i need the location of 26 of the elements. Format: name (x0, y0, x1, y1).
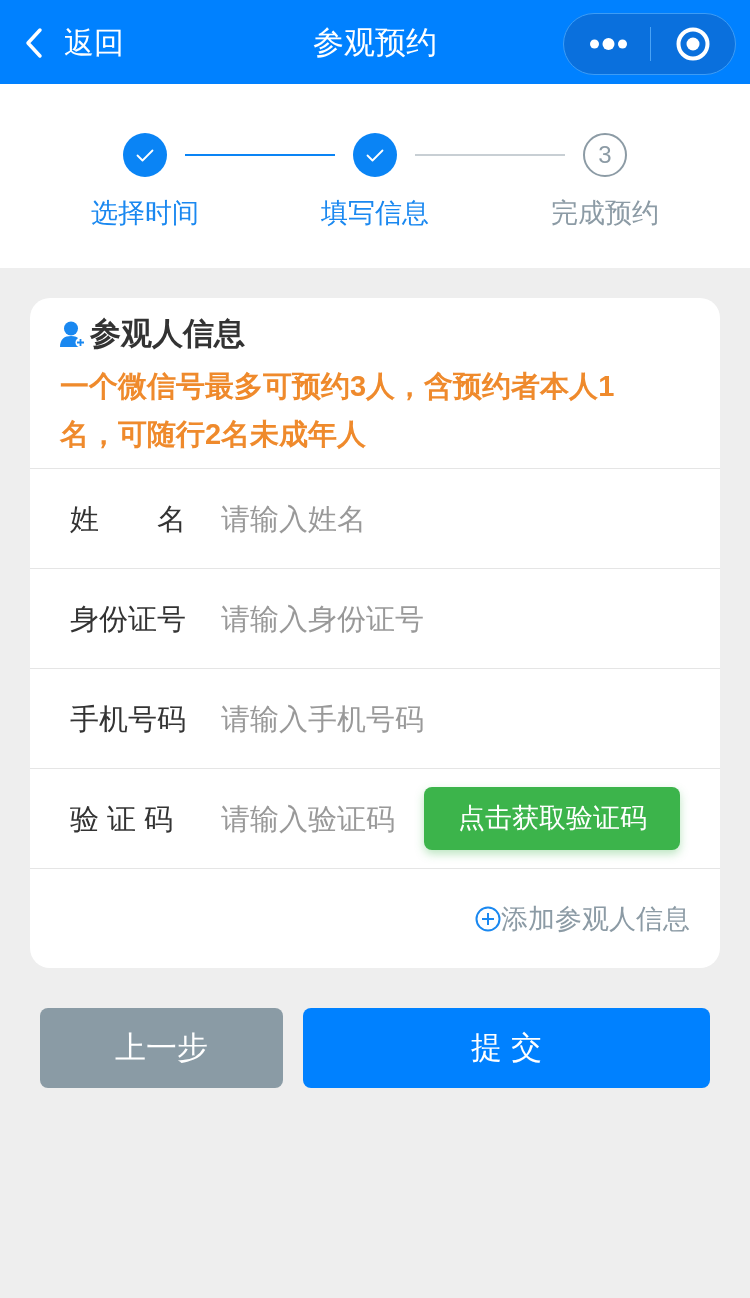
section-title: 参观人信息 (90, 315, 245, 353)
check-icon (366, 148, 384, 162)
back-button[interactable]: 返回 (24, 22, 124, 64)
previous-step-button[interactable]: 上一步 (40, 1008, 283, 1088)
more-icon[interactable] (590, 38, 627, 50)
notice-text: 一个微信号最多可预约3人，含预约者本人1名，可随行2名未成年人 (60, 369, 616, 452)
step-label: 选择时间 (91, 197, 199, 230)
chevron-left-icon (24, 27, 44, 59)
add-visitor-button[interactable]: 添加参观人信息 (475, 900, 690, 937)
user-add-icon (60, 320, 86, 348)
text-input[interactable]: 请输入身份证号 (221, 598, 680, 639)
plus-circle-icon (475, 905, 501, 932)
text-input[interactable]: 请输入手机号码 (221, 698, 680, 739)
field-label: 身份证号 (70, 601, 187, 637)
page-title: 参观预约 (313, 24, 437, 62)
field-label: 姓 名 (70, 501, 187, 537)
step-label: 填写信息 (321, 197, 429, 230)
step-label: 完成预约 (551, 197, 659, 230)
code-input[interactable]: 请输入验证码 (221, 798, 411, 839)
submit-button[interactable]: 提 交 (303, 1008, 710, 1088)
get-code-button[interactable]: 点击获取验证码 (424, 787, 680, 850)
check-icon (136, 148, 154, 162)
target-icon[interactable] (676, 27, 710, 61)
text-input[interactable]: 请输入姓名 (221, 498, 680, 539)
field-label: 手机号码 (70, 701, 187, 737)
field-label: 验 证 码 (70, 801, 175, 837)
